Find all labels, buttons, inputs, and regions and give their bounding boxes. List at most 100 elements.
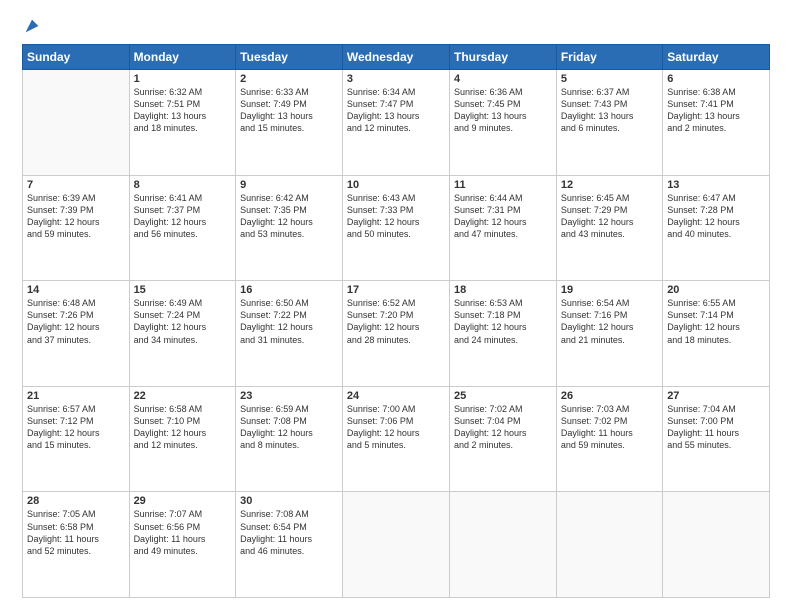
day-number: 8 bbox=[134, 179, 232, 191]
day-info: Sunrise: 6:45 AM Sunset: 7:29 PM Dayligh… bbox=[561, 192, 658, 241]
calendar-cell: 23Sunrise: 6:59 AM Sunset: 7:08 PM Dayli… bbox=[236, 386, 343, 492]
day-info: Sunrise: 6:57 AM Sunset: 7:12 PM Dayligh… bbox=[27, 403, 125, 452]
day-number: 6 bbox=[667, 73, 765, 85]
day-info: Sunrise: 6:33 AM Sunset: 7:49 PM Dayligh… bbox=[240, 86, 338, 135]
day-header-saturday: Saturday bbox=[663, 45, 770, 70]
day-number: 9 bbox=[240, 179, 338, 191]
day-info: Sunrise: 6:42 AM Sunset: 7:35 PM Dayligh… bbox=[240, 192, 338, 241]
day-info: Sunrise: 6:44 AM Sunset: 7:31 PM Dayligh… bbox=[454, 192, 552, 241]
calendar-cell: 14Sunrise: 6:48 AM Sunset: 7:26 PM Dayli… bbox=[23, 281, 130, 387]
day-header-monday: Monday bbox=[129, 45, 236, 70]
calendar-cell: 10Sunrise: 6:43 AM Sunset: 7:33 PM Dayli… bbox=[342, 175, 449, 281]
calendar-cell: 4Sunrise: 6:36 AM Sunset: 7:45 PM Daylig… bbox=[450, 70, 557, 176]
calendar-table: SundayMondayTuesdayWednesdayThursdayFrid… bbox=[22, 44, 770, 598]
day-number: 21 bbox=[27, 390, 125, 402]
day-number: 23 bbox=[240, 390, 338, 402]
day-number: 26 bbox=[561, 390, 658, 402]
calendar-cell: 9Sunrise: 6:42 AM Sunset: 7:35 PM Daylig… bbox=[236, 175, 343, 281]
calendar-cell: 29Sunrise: 7:07 AM Sunset: 6:56 PM Dayli… bbox=[129, 492, 236, 598]
day-info: Sunrise: 6:53 AM Sunset: 7:18 PM Dayligh… bbox=[454, 297, 552, 346]
calendar-cell: 28Sunrise: 7:05 AM Sunset: 6:58 PM Dayli… bbox=[23, 492, 130, 598]
day-header-wednesday: Wednesday bbox=[342, 45, 449, 70]
day-number: 11 bbox=[454, 179, 552, 191]
calendar-cell bbox=[663, 492, 770, 598]
calendar-cell: 13Sunrise: 6:47 AM Sunset: 7:28 PM Dayli… bbox=[663, 175, 770, 281]
day-info: Sunrise: 6:59 AM Sunset: 7:08 PM Dayligh… bbox=[240, 403, 338, 452]
calendar-cell: 30Sunrise: 7:08 AM Sunset: 6:54 PM Dayli… bbox=[236, 492, 343, 598]
day-info: Sunrise: 6:54 AM Sunset: 7:16 PM Dayligh… bbox=[561, 297, 658, 346]
day-number: 7 bbox=[27, 179, 125, 191]
day-number: 5 bbox=[561, 73, 658, 85]
day-info: Sunrise: 7:02 AM Sunset: 7:04 PM Dayligh… bbox=[454, 403, 552, 452]
calendar-cell: 1Sunrise: 6:32 AM Sunset: 7:51 PM Daylig… bbox=[129, 70, 236, 176]
day-number: 2 bbox=[240, 73, 338, 85]
day-info: Sunrise: 7:03 AM Sunset: 7:02 PM Dayligh… bbox=[561, 403, 658, 452]
day-number: 20 bbox=[667, 284, 765, 296]
day-number: 15 bbox=[134, 284, 232, 296]
calendar-cell: 17Sunrise: 6:52 AM Sunset: 7:20 PM Dayli… bbox=[342, 281, 449, 387]
day-info: Sunrise: 7:04 AM Sunset: 7:00 PM Dayligh… bbox=[667, 403, 765, 452]
day-info: Sunrise: 6:50 AM Sunset: 7:22 PM Dayligh… bbox=[240, 297, 338, 346]
day-info: Sunrise: 7:00 AM Sunset: 7:06 PM Dayligh… bbox=[347, 403, 445, 452]
day-header-friday: Friday bbox=[556, 45, 662, 70]
calendar-cell: 5Sunrise: 6:37 AM Sunset: 7:43 PM Daylig… bbox=[556, 70, 662, 176]
calendar-cell bbox=[450, 492, 557, 598]
day-info: Sunrise: 6:55 AM Sunset: 7:14 PM Dayligh… bbox=[667, 297, 765, 346]
calendar-cell: 12Sunrise: 6:45 AM Sunset: 7:29 PM Dayli… bbox=[556, 175, 662, 281]
day-info: Sunrise: 6:37 AM Sunset: 7:43 PM Dayligh… bbox=[561, 86, 658, 135]
calendar-cell: 7Sunrise: 6:39 AM Sunset: 7:39 PM Daylig… bbox=[23, 175, 130, 281]
day-info: Sunrise: 6:49 AM Sunset: 7:24 PM Dayligh… bbox=[134, 297, 232, 346]
week-row-4: 21Sunrise: 6:57 AM Sunset: 7:12 PM Dayli… bbox=[23, 386, 770, 492]
day-number: 19 bbox=[561, 284, 658, 296]
day-info: Sunrise: 6:34 AM Sunset: 7:47 PM Dayligh… bbox=[347, 86, 445, 135]
day-header-tuesday: Tuesday bbox=[236, 45, 343, 70]
day-number: 22 bbox=[134, 390, 232, 402]
calendar-cell: 2Sunrise: 6:33 AM Sunset: 7:49 PM Daylig… bbox=[236, 70, 343, 176]
calendar-header: SundayMondayTuesdayWednesdayThursdayFrid… bbox=[23, 45, 770, 70]
day-header-thursday: Thursday bbox=[450, 45, 557, 70]
day-number: 25 bbox=[454, 390, 552, 402]
day-number: 17 bbox=[347, 284, 445, 296]
day-number: 24 bbox=[347, 390, 445, 402]
calendar-cell: 16Sunrise: 6:50 AM Sunset: 7:22 PM Dayli… bbox=[236, 281, 343, 387]
day-info: Sunrise: 6:38 AM Sunset: 7:41 PM Dayligh… bbox=[667, 86, 765, 135]
calendar-cell: 18Sunrise: 6:53 AM Sunset: 7:18 PM Dayli… bbox=[450, 281, 557, 387]
day-number: 13 bbox=[667, 179, 765, 191]
calendar-cell: 27Sunrise: 7:04 AM Sunset: 7:00 PM Dayli… bbox=[663, 386, 770, 492]
day-number: 3 bbox=[347, 73, 445, 85]
day-number: 1 bbox=[134, 73, 232, 85]
day-info: Sunrise: 6:43 AM Sunset: 7:33 PM Dayligh… bbox=[347, 192, 445, 241]
day-info: Sunrise: 6:48 AM Sunset: 7:26 PM Dayligh… bbox=[27, 297, 125, 346]
week-row-2: 7Sunrise: 6:39 AM Sunset: 7:39 PM Daylig… bbox=[23, 175, 770, 281]
day-info: Sunrise: 7:07 AM Sunset: 6:56 PM Dayligh… bbox=[134, 508, 232, 557]
calendar-cell: 15Sunrise: 6:49 AM Sunset: 7:24 PM Dayli… bbox=[129, 281, 236, 387]
day-info: Sunrise: 7:05 AM Sunset: 6:58 PM Dayligh… bbox=[27, 508, 125, 557]
calendar-cell: 25Sunrise: 7:02 AM Sunset: 7:04 PM Dayli… bbox=[450, 386, 557, 492]
calendar-cell: 6Sunrise: 6:38 AM Sunset: 7:41 PM Daylig… bbox=[663, 70, 770, 176]
day-header-sunday: Sunday bbox=[23, 45, 130, 70]
day-number: 29 bbox=[134, 495, 232, 507]
page: SundayMondayTuesdayWednesdayThursdayFrid… bbox=[0, 0, 792, 612]
day-number: 16 bbox=[240, 284, 338, 296]
day-info: Sunrise: 6:39 AM Sunset: 7:39 PM Dayligh… bbox=[27, 192, 125, 241]
day-info: Sunrise: 6:58 AM Sunset: 7:10 PM Dayligh… bbox=[134, 403, 232, 452]
week-row-1: 1Sunrise: 6:32 AM Sunset: 7:51 PM Daylig… bbox=[23, 70, 770, 176]
day-info: Sunrise: 6:36 AM Sunset: 7:45 PM Dayligh… bbox=[454, 86, 552, 135]
week-row-3: 14Sunrise: 6:48 AM Sunset: 7:26 PM Dayli… bbox=[23, 281, 770, 387]
calendar-cell: 8Sunrise: 6:41 AM Sunset: 7:37 PM Daylig… bbox=[129, 175, 236, 281]
calendar-cell bbox=[23, 70, 130, 176]
calendar-cell: 21Sunrise: 6:57 AM Sunset: 7:12 PM Dayli… bbox=[23, 386, 130, 492]
day-info: Sunrise: 6:47 AM Sunset: 7:28 PM Dayligh… bbox=[667, 192, 765, 241]
calendar-cell: 22Sunrise: 6:58 AM Sunset: 7:10 PM Dayli… bbox=[129, 386, 236, 492]
day-number: 12 bbox=[561, 179, 658, 191]
day-number: 14 bbox=[27, 284, 125, 296]
logo-triangle-icon bbox=[24, 18, 40, 34]
day-info: Sunrise: 6:41 AM Sunset: 7:37 PM Dayligh… bbox=[134, 192, 232, 241]
calendar-cell: 11Sunrise: 6:44 AM Sunset: 7:31 PM Dayli… bbox=[450, 175, 557, 281]
day-info: Sunrise: 6:52 AM Sunset: 7:20 PM Dayligh… bbox=[347, 297, 445, 346]
calendar-cell: 26Sunrise: 7:03 AM Sunset: 7:02 PM Dayli… bbox=[556, 386, 662, 492]
day-number: 30 bbox=[240, 495, 338, 507]
day-number: 27 bbox=[667, 390, 765, 402]
calendar-body: 1Sunrise: 6:32 AM Sunset: 7:51 PM Daylig… bbox=[23, 70, 770, 598]
calendar-cell bbox=[342, 492, 449, 598]
